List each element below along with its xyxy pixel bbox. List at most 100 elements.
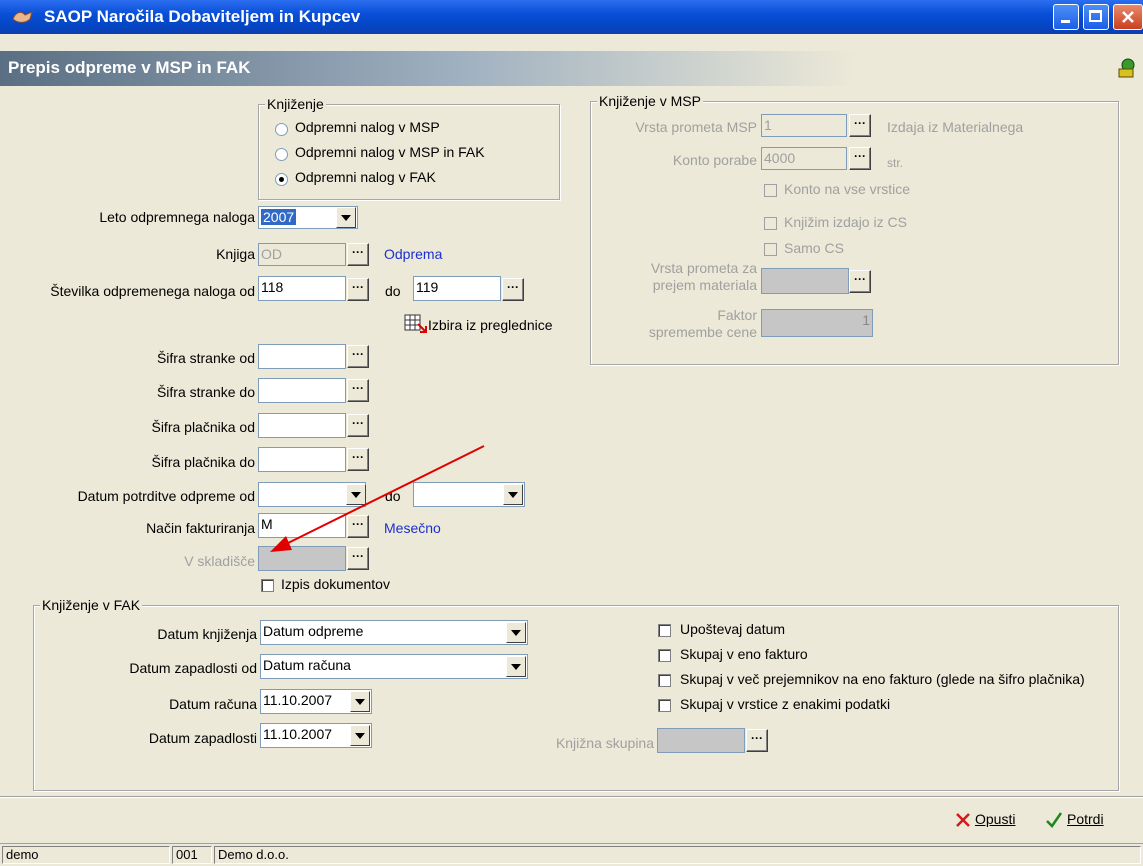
sifra-placnika-od-browse-button[interactable]: ··· [347, 414, 369, 437]
vrsta-msp-description: Izdaja iz Materialnega [887, 119, 1024, 135]
vrsta-msp-label: Vrsta prometa MSP [635, 119, 757, 135]
datum-zapadlosti-dropdown[interactable] [350, 725, 370, 746]
datum-knjizenja-dropdown[interactable] [506, 622, 526, 643]
konto-vse-label: Konto na vse vrstice [784, 181, 911, 197]
opusti-button[interactable]: Opusti [955, 809, 1030, 831]
skupaj-vec-checkbox[interactable] [658, 674, 671, 687]
minimize-button[interactable] [1053, 4, 1079, 30]
confirm-check-icon [1046, 812, 1063, 828]
konto-browse-button[interactable]: ··· [849, 147, 871, 170]
faktor-label-2: spremembe cene [648, 324, 757, 340]
window-title: SAOP Naročila Dobaviteljem in Kupcev [44, 7, 361, 26]
knjizna-skupina-label: Knjižna skupina [555, 735, 654, 751]
stevilka-do-label: do [385, 283, 401, 299]
footer-separator [0, 796, 1143, 798]
konto-description: str. [887, 156, 904, 170]
datum-racuna-dropdown[interactable] [350, 691, 370, 712]
konto-input: 4000 [761, 147, 847, 170]
faktor-input: 1 [761, 309, 873, 337]
form-header: Prepis odpreme v MSP in FAK [0, 51, 1143, 86]
title-bar: SAOP Naročila Dobaviteljem in Kupcev [0, 0, 1143, 34]
status-code: 001 [172, 846, 212, 864]
sifra-stranke-do-label: Šifra stranke do [156, 384, 255, 400]
upostevaj-label: Upoštevaj datum [680, 621, 786, 637]
knjizna-skupina-browse-button[interactable]: ··· [746, 729, 768, 752]
izpis-label: Izpis dokumentov [281, 576, 390, 592]
datum-zapadlosti-od-label: Datum zapadlosti od [129, 660, 257, 676]
maximize-button[interactable] [1083, 4, 1109, 30]
radio-msp-fak-label: Odpremni nalog v MSP in FAK [295, 144, 485, 160]
annotation-arrow-icon [270, 445, 485, 552]
close-icon [1122, 11, 1134, 23]
sifra-stranke-od-browse-button[interactable]: ··· [347, 345, 369, 368]
sifra-stranke-od-label: Šifra stranke od [156, 350, 255, 366]
knjizenje-legend: Knjiženje [265, 96, 326, 112]
sifra-stranke-do-input[interactable] [258, 378, 346, 403]
msp-legend: Knjiženje v MSP [597, 93, 703, 109]
izbira-link[interactable]: Izbira iz preglednice [428, 317, 553, 333]
knjiga-label: Knjiga [216, 246, 255, 262]
nacin-label: Način fakturiranja [146, 520, 255, 536]
datum-potrditve-label: Datum potrditve odpreme od [77, 488, 255, 504]
datum-zapadlosti-od-dropdown[interactable] [506, 656, 526, 677]
msp-group: Knjiženje v MSP Vrsta prometa MSP 1 ··· … [590, 93, 1119, 365]
vrsta-prejem-browse-button[interactable]: ··· [849, 270, 871, 293]
vrsta-msp-input: 1 [761, 114, 847, 137]
datum-potrditve-do-dropdown[interactable] [503, 484, 523, 505]
status-user: demo [2, 846, 170, 864]
stevilka-od-browse-button[interactable]: ··· [347, 278, 369, 301]
close-button[interactable] [1113, 4, 1143, 30]
app-icon [12, 11, 33, 23]
datum-racuna-label: Datum računa [169, 696, 257, 712]
knjizenje-group: Knjiženje Odpremni nalog v MSP Odpremni … [258, 96, 560, 200]
radio-msp-fak[interactable] [275, 148, 288, 161]
skladisce-label: V skladišče [184, 553, 255, 569]
stevilka-do-input[interactable]: 119 [413, 276, 501, 301]
knjizim-cs-label: Knjižim izdajo iz CS [784, 214, 907, 230]
datum-knjizenja-label: Datum knjiženja [157, 626, 257, 642]
samo-cs-label: Samo CS [784, 240, 844, 256]
faktor-label-1: Faktor [717, 307, 757, 323]
radio-fak-label: Odpremni nalog v FAK [295, 169, 436, 185]
fak-group: Knjiženje v FAK Datum knjiženja Datum od… [33, 597, 1119, 791]
help-person-icon[interactable] [1116, 57, 1138, 79]
grid-select-icon[interactable] [404, 314, 430, 336]
upostevaj-checkbox[interactable] [658, 624, 671, 637]
status-company: Demo d.o.o. [214, 846, 1141, 864]
skupaj-eno-label: Skupaj v eno fakturo [680, 646, 808, 662]
potrdi-button[interactable]: Potrdi [1045, 809, 1135, 831]
knjiga-input[interactable]: OD [258, 243, 346, 266]
knjiga-description: Odprema [384, 246, 443, 262]
knjizna-skupina-input [657, 728, 745, 753]
radio-msp[interactable] [275, 123, 288, 136]
skupaj-vec-label: Skupaj v več prejemnikov na eno fakturo … [680, 671, 1085, 687]
knjiga-browse-button[interactable]: ··· [347, 243, 369, 266]
stevilka-label: Številka odpremenega naloga od [50, 283, 255, 299]
cancel-x-icon [956, 813, 970, 827]
sifra-placnika-od-input[interactable] [258, 413, 346, 438]
knjizim-cs-checkbox [764, 217, 777, 230]
form-title: Prepis odpreme v MSP in FAK [8, 58, 251, 77]
izpis-checkbox[interactable] [261, 579, 274, 592]
stevilka-od-input[interactable]: 118 [258, 276, 346, 301]
stevilka-do-browse-button[interactable]: ··· [502, 278, 524, 301]
skupaj-eno-checkbox[interactable] [658, 649, 671, 662]
konto-label: Konto porabe [672, 152, 757, 168]
datum-knjizenja-select[interactable]: Datum odpreme [260, 620, 528, 645]
radio-fak[interactable] [275, 173, 288, 186]
leto-value: 2007 [261, 209, 297, 225]
samo-cs-checkbox [764, 243, 777, 256]
fak-legend: Knjiženje v FAK [40, 597, 143, 613]
leto-dropdown-button[interactable] [336, 207, 356, 228]
sifra-stranke-do-browse-button[interactable]: ··· [347, 379, 369, 402]
vrsta-msp-browse-button[interactable]: ··· [849, 114, 871, 137]
radio-msp-label: Odpremni nalog v MSP [295, 119, 440, 135]
sifra-stranke-od-input[interactable] [258, 344, 346, 369]
skupaj-vrstice-checkbox[interactable] [658, 699, 671, 712]
datum-zapadlosti-label: Datum zapadlosti [148, 730, 257, 746]
datum-zapadlosti-od-select[interactable]: Datum računa [260, 654, 528, 679]
skupaj-vrstice-label: Skupaj v vrstice z enakimi podatki [680, 696, 891, 712]
sifra-placnika-do-label: Šifra plačnika do [151, 454, 255, 470]
vrsta-prejem-label-2: prejem materiala [652, 277, 757, 293]
opusti-label: Opusti [975, 811, 1016, 827]
